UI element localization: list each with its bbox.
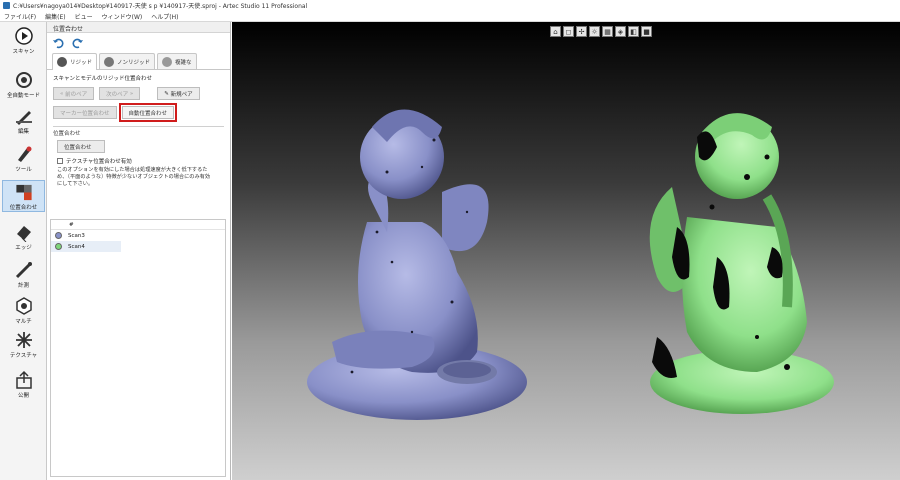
tool-edit[interactable]: 編集 [2,104,45,136]
measure-icon [15,262,32,279]
tab-rigid[interactable]: リジッド [52,53,98,70]
pair-row: « 前のペア 次のペア » ✎ 新規ペア [47,84,230,103]
nonrigid-icon [104,56,115,67]
publish-icon [15,370,32,389]
wire-icon[interactable]: ▦ [602,26,613,37]
light-icon[interactable]: ☼ [589,26,600,37]
next-pair-button[interactable]: 次のペア » [99,87,141,100]
eraser-icon [16,226,31,242]
menu-bar: ファイル(F) 編集(E) ビュー ウィンドウ(W) ヘルプ(H) [0,11,900,22]
texture-view-icon[interactable]: ◧ [628,26,639,37]
edit-icon [15,111,32,125]
play-icon [14,27,33,45]
align-tabs: リジッド ノンリジッド 複雑な [47,53,230,70]
complex-icon [162,56,173,67]
axes-icon[interactable]: ✢ [576,26,587,37]
left-toolbar: スキャン 全自動モード 編集 ツール 位置合わせ エッジ 計測 マルチ テクスチ… [0,22,47,480]
tab-complex[interactable]: 複雑な [157,53,197,69]
view-toolbar: ⌂ ◻ ✢ ☼ ▦ ◈ ◧ ■ [550,26,652,37]
tool-texture[interactable]: テクスチャ [2,328,45,360]
menu-window[interactable]: ウィンドウ(W) [102,12,143,21]
tool-align[interactable]: 位置合わせ [2,180,45,212]
texture-note: このオプションを有効にした場合は処理速度が大きく低下するため、（平面のような）特… [57,167,211,187]
redo-icon[interactable] [72,37,84,49]
group-title: 位置合わせ [53,131,81,137]
cube-icon[interactable]: ◻ [563,26,574,37]
shaded-icon[interactable]: ◈ [615,26,626,37]
auto-mode-icon [15,72,32,88]
align-icon [15,184,32,201]
multi-icon [15,297,32,315]
tool-scan[interactable]: スキャン [2,24,45,56]
auto-align-button[interactable]: 自動位置合わせ [118,103,178,122]
list-header: # [51,220,225,230]
checkbox-box[interactable] [57,158,63,164]
solid-icon[interactable]: ■ [641,26,652,37]
menu-view[interactable]: ビュー [75,12,93,21]
scan-row-4[interactable]: Scan4 [51,241,121,252]
window-title: C:¥Users¥nagoya014¥Desktop¥140917-天使 s p… [13,3,308,10]
tool-publish[interactable]: 公開 [2,368,45,400]
tool-auto-mode[interactable]: 全自動モード [2,68,45,100]
marker-align-button[interactable]: マーカー位置合わせ [53,106,117,119]
tool-multi[interactable]: マルチ [2,294,45,326]
align-button[interactable]: 位置合わせ [57,140,105,153]
tools-icon [17,146,31,162]
next-icon: » [128,90,134,97]
scan4-model[interactable] [617,77,857,427]
title-bar: C:¥Users¥nagoya014¥Desktop¥140917-天使 s p… [0,0,900,11]
texture-align-checkbox[interactable]: テクスチャ位置合わせ有効 [57,157,224,165]
undo-icon[interactable] [52,37,64,49]
scan3-model[interactable] [292,72,532,432]
scan-row-3[interactable]: Scan3 [51,230,225,241]
menu-help[interactable]: ヘルプ(H) [151,12,178,21]
tool-measure[interactable]: 計測 [2,258,45,290]
undo-redo-row [47,33,230,53]
align-mode-row: マーカー位置合わせ 自動位置合わせ [47,103,230,122]
home-view-icon[interactable]: ⌂ [550,26,561,37]
scan-list: # Scan3 Scan4 [50,219,226,477]
section-title: スキャンとモデルのリジッド位置合わせ [53,76,153,82]
scan-color-dot [55,243,62,250]
menu-edit[interactable]: 編集(E) [45,12,65,21]
app-icon [3,2,10,9]
new-pair-button[interactable]: ✎ 新規ペア [157,87,200,100]
prev-pair-button[interactable]: « 前のペア [53,87,95,100]
texture-icon [15,332,32,348]
panel-title: 位置合わせ [47,22,230,33]
3d-viewport[interactable]: ⌂ ◻ ✢ ☼ ▦ ◈ ◧ ■ [232,22,900,480]
tool-edge[interactable]: エッジ [2,220,45,252]
tool-tools[interactable]: ツール [2,142,45,174]
tab-nonrigid[interactable]: ノンリジッド [99,53,156,69]
align-group: 位置合わせ 位置合わせ テクスチャ位置合わせ有効 このオプションを有効にした場合… [53,126,224,188]
menu-file[interactable]: ファイル(F) [4,12,36,21]
rigid-icon [57,57,67,67]
alignment-panel: 位置合わせ リジッド ノンリジッド 複雑な スキャンとモデルのリジッド位置合わせ… [47,22,231,480]
scan-color-dot [55,232,62,239]
